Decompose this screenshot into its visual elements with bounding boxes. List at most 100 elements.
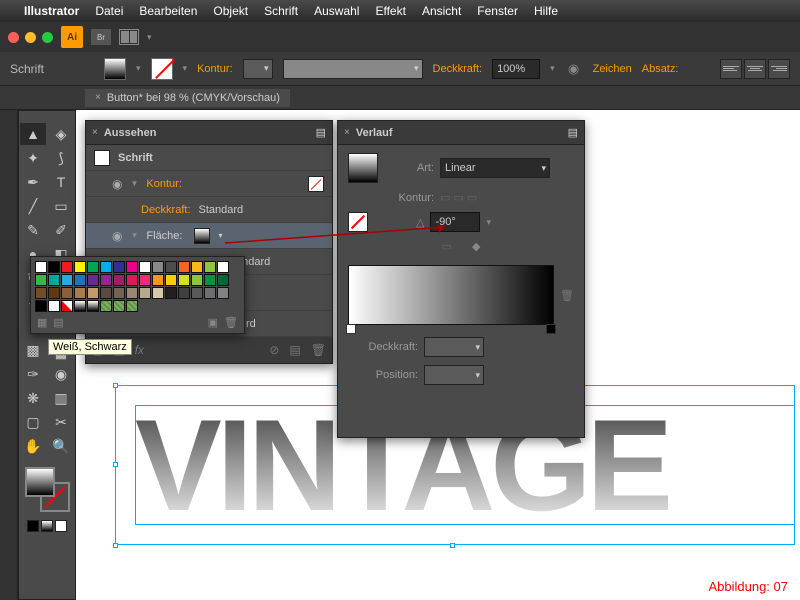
panel-dock-strip[interactable]: [0, 110, 18, 600]
fill-dropdown-icon[interactable]: ▾: [218, 231, 222, 240]
appearance-row-schrift[interactable]: Schrift: [86, 145, 332, 171]
selection-tool[interactable]: ▲: [20, 123, 46, 145]
align-center-button[interactable]: [744, 59, 766, 79]
swatch-cell[interactable]: [48, 261, 60, 273]
swatch-cell[interactable]: [100, 287, 112, 299]
swatch-cell[interactable]: [113, 274, 125, 286]
type-tool[interactable]: T: [48, 171, 74, 193]
swatch-cell[interactable]: [165, 274, 177, 286]
pencil-tool[interactable]: ✐: [48, 219, 74, 241]
tab-close-icon[interactable]: ×: [95, 92, 101, 103]
swatch-cell[interactable]: [204, 261, 216, 273]
swatch-cell[interactable]: [61, 261, 73, 273]
gradient-panel-header[interactable]: × Verlauf ▤: [338, 121, 584, 145]
swatch-cell[interactable]: [152, 261, 164, 273]
swatch-cell[interactable]: [204, 287, 216, 299]
swatch-cell[interactable]: [152, 287, 164, 299]
swatch-cell[interactable]: [35, 274, 47, 286]
swatch-cell[interactable]: [126, 300, 138, 312]
swatch-cell[interactable]: [126, 274, 138, 286]
swatch-cell[interactable]: [139, 287, 151, 299]
gradient-stop-white[interactable]: [346, 324, 356, 334]
gradient-stop-black[interactable]: [546, 324, 556, 334]
kontur-label[interactable]: Kontur:: [197, 63, 232, 75]
swatch-cell[interactable]: [48, 287, 60, 299]
artboard-tool[interactable]: ▢: [20, 411, 46, 433]
selection-handle[interactable]: [113, 543, 118, 548]
delete-icon[interactable]: 🗑: [311, 343, 326, 357]
panel-close-icon[interactable]: ×: [92, 127, 98, 138]
swatch-cell[interactable]: [178, 287, 190, 299]
layout-dropdown-icon[interactable]: ▾: [147, 32, 152, 43]
selection-handle[interactable]: [113, 462, 118, 467]
appearance-row-kontur[interactable]: ◉ ▼ Kontur:: [86, 171, 332, 197]
visibility-icon[interactable]: ◉: [112, 177, 122, 191]
swatch-cell[interactable]: [74, 287, 86, 299]
align-right-button[interactable]: [768, 59, 790, 79]
fill-swatch-dropdown[interactable]: [194, 228, 210, 244]
fill-box[interactable]: [25, 467, 55, 497]
bridge-badge-icon[interactable]: Br: [91, 29, 111, 45]
zeichen-link[interactable]: Zeichen: [593, 63, 632, 75]
swatch-cell[interactable]: [35, 300, 47, 312]
mesh-tool[interactable]: ▩: [20, 339, 46, 361]
swatch-cell[interactable]: [100, 274, 112, 286]
swatch-options-icon[interactable]: ▤: [53, 316, 63, 329]
swatch-cell[interactable]: [74, 300, 86, 312]
menu-effekt[interactable]: Effekt: [375, 4, 405, 18]
delete-stop-icon[interactable]: 🗑: [560, 289, 574, 302]
app-name[interactable]: Illustrator: [24, 4, 79, 18]
lasso-tool[interactable]: ⟆: [48, 147, 74, 169]
graph-tool[interactable]: ▥: [48, 387, 74, 409]
row-swatch[interactable]: [308, 176, 324, 192]
gradient-type-select[interactable]: Linear: [440, 158, 550, 178]
gradient-mode[interactable]: [41, 520, 53, 532]
swatch-cell[interactable]: [191, 287, 203, 299]
swatch-cell[interactable]: [74, 274, 86, 286]
menu-datei[interactable]: Datei: [95, 4, 123, 18]
swatch-cell[interactable]: [113, 287, 125, 299]
menu-bearbeiten[interactable]: Bearbeiten: [139, 4, 197, 18]
color-mode[interactable]: [27, 520, 39, 532]
stroke-dropdown-icon[interactable]: ▾: [183, 63, 188, 74]
swatch-cell[interactable]: [113, 261, 125, 273]
swatch-cell[interactable]: [217, 274, 229, 286]
swatch-cell[interactable]: [87, 300, 99, 312]
swatch-cell[interactable]: [61, 287, 73, 299]
fill-dropdown-icon[interactable]: ▾: [136, 63, 141, 74]
swatch-cell[interactable]: [217, 287, 229, 299]
fx-icon[interactable]: fx: [135, 343, 144, 357]
swatch-cell[interactable]: [61, 300, 73, 312]
deckkraft-label[interactable]: Deckkraft:: [433, 63, 483, 75]
paintbrush-tool[interactable]: ✎: [20, 219, 46, 241]
swatch-cell[interactable]: [191, 274, 203, 286]
panel-menu-icon[interactable]: ▤: [316, 126, 326, 139]
swatch-cell[interactable]: [48, 300, 60, 312]
selection-handle[interactable]: [450, 543, 455, 548]
swatch-cell[interactable]: [191, 261, 203, 273]
close-button[interactable]: [8, 32, 19, 43]
rectangle-tool[interactable]: ▭: [48, 195, 74, 217]
swatch-cell[interactable]: [165, 261, 177, 273]
fill-swatch[interactable]: [104, 58, 126, 80]
swatch-cell[interactable]: [178, 261, 190, 273]
menu-auswahl[interactable]: Auswahl: [314, 4, 359, 18]
swatch-cell[interactable]: [87, 274, 99, 286]
swatch-cell[interactable]: [126, 261, 138, 273]
line-tool[interactable]: ╱: [20, 195, 46, 217]
layout-switcher[interactable]: [119, 29, 139, 45]
swatch-menu-icon[interactable]: ▦: [37, 316, 47, 329]
gradient-preview[interactable]: [348, 153, 378, 183]
angle-dropdown-icon[interactable]: ▾: [486, 217, 491, 228]
zoom-tool[interactable]: 🔍: [48, 435, 74, 457]
delete-swatch-icon[interactable]: 🗑: [224, 316, 238, 329]
minimize-button[interactable]: [25, 32, 36, 43]
document-tab[interactable]: × Button* bei 98 % (CMYK/Vorschau): [85, 89, 290, 107]
pen-tool[interactable]: ✒: [20, 171, 46, 193]
fill-stroke-indicator[interactable]: [25, 467, 70, 512]
menu-objekt[interactable]: Objekt: [213, 4, 248, 18]
appearance-panel-header[interactable]: × Aussehen ▤: [86, 121, 332, 145]
swatch-cell[interactable]: [217, 261, 229, 273]
visibility-icon[interactable]: ◉: [112, 229, 122, 243]
menu-fenster[interactable]: Fenster: [477, 4, 518, 18]
